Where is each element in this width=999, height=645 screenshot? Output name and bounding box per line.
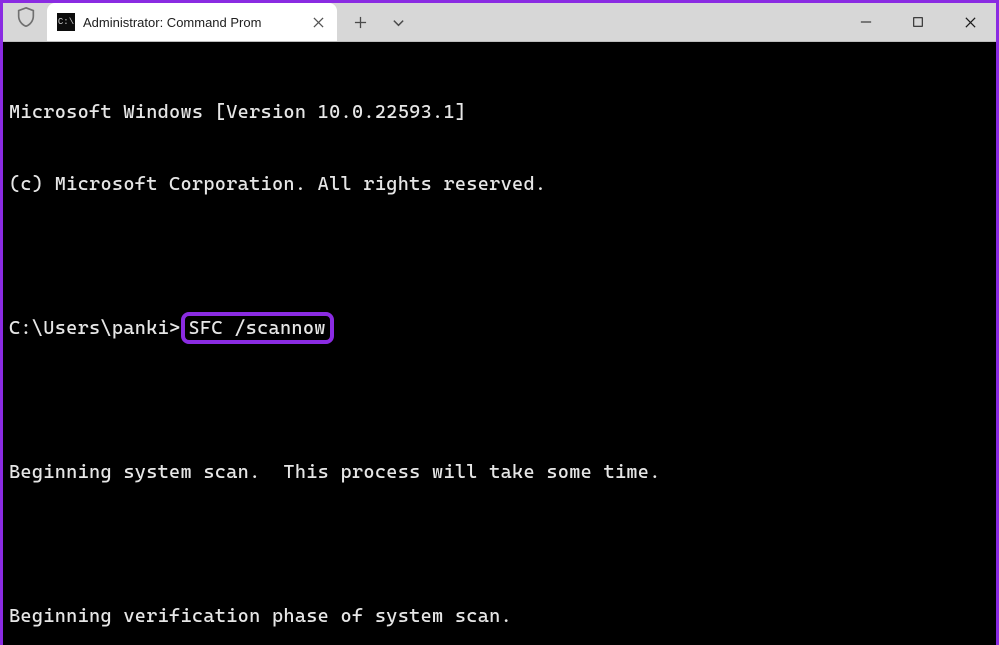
- cmd-favicon-icon: C:\: [57, 13, 75, 31]
- command-highlight: SFC /scannow: [181, 312, 334, 344]
- terminal-line: Beginning system scan. This process will…: [9, 460, 992, 484]
- terminal-output[interactable]: Microsoft Windows [Version 10.0.22593.1]…: [3, 42, 996, 645]
- terminal-line: C:\Users\panki>SFC /scannow: [9, 316, 992, 340]
- titlebar: C:\ Administrator: Command Prom: [3, 3, 996, 42]
- close-button[interactable]: [944, 3, 996, 41]
- terminal-line: [9, 388, 992, 412]
- terminal-line: Beginning verification phase of system s…: [9, 604, 992, 628]
- minimize-button[interactable]: [840, 3, 892, 41]
- window-controls: [840, 3, 996, 41]
- terminal-window: C:\ Administrator: Command Prom: [3, 3, 996, 642]
- terminal-line: [9, 244, 992, 268]
- shield-icon: [15, 6, 37, 28]
- tab-dropdown-button[interactable]: [381, 7, 415, 37]
- tab-title: Administrator: Command Prom: [83, 15, 301, 30]
- tab-active[interactable]: C:\ Administrator: Command Prom: [47, 3, 337, 41]
- titlebar-tab-actions: [343, 3, 415, 41]
- maximize-button[interactable]: [892, 3, 944, 41]
- new-tab-button[interactable]: [343, 7, 377, 37]
- prompt-text: C:\Users\panki>: [9, 317, 181, 339]
- terminal-line: [9, 532, 992, 556]
- terminal-line: Microsoft Windows [Version 10.0.22593.1]: [9, 100, 992, 124]
- tab-close-button[interactable]: [309, 13, 327, 31]
- terminal-line: (c) Microsoft Corporation. All rights re…: [9, 172, 992, 196]
